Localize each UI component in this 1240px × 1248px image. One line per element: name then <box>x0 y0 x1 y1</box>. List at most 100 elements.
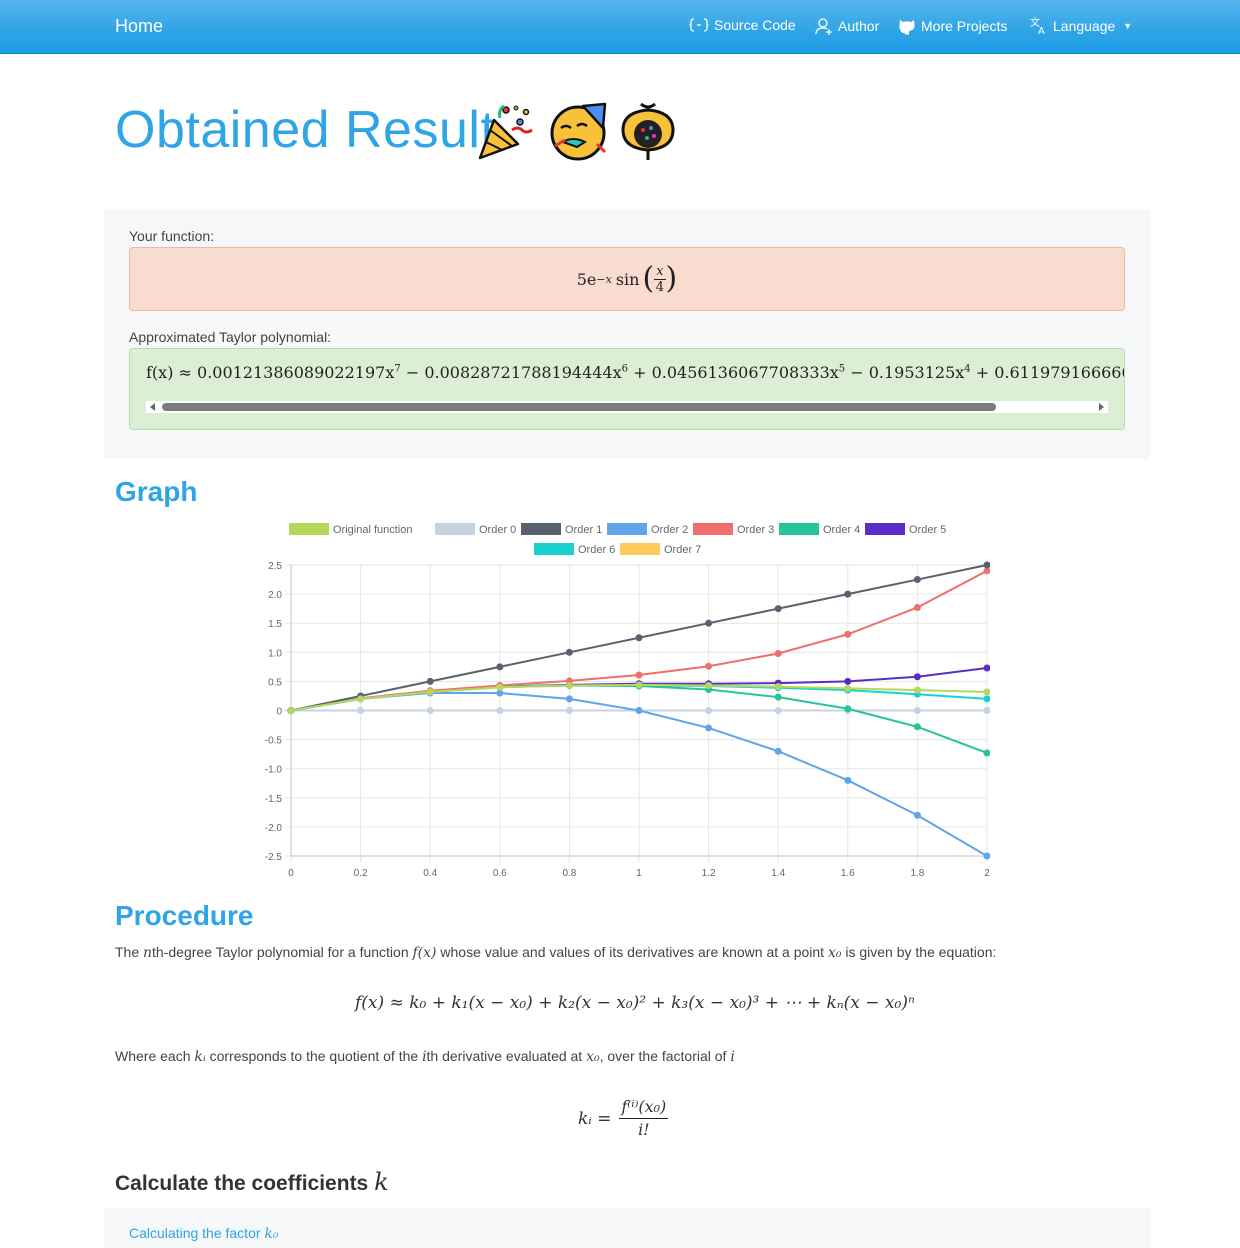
x-tick-label: 1.6 <box>841 868 855 879</box>
legend-swatch <box>779 523 819 535</box>
data-point <box>705 681 713 689</box>
data-point <box>913 603 921 611</box>
function-display: 5e −x sin ( x 4 ) <box>129 247 1125 311</box>
data-point <box>565 681 573 689</box>
y-tick-label: 0 <box>276 707 282 718</box>
fraction-denominator: 4 <box>655 279 664 295</box>
legend-swatch <box>693 523 733 535</box>
math-n: n <box>143 945 153 961</box>
x-tick-label: 0.8 <box>562 868 576 879</box>
x-tick-label: 0.6 <box>493 868 507 879</box>
legend-swatch <box>435 523 475 535</box>
data-point <box>983 664 990 672</box>
home-link[interactable]: Home <box>115 16 163 37</box>
x-tick-label: 1.2 <box>702 868 716 879</box>
y-tick-label: 1.5 <box>268 619 282 630</box>
y-tick-label: -1.5 <box>265 794 283 805</box>
data-point <box>844 630 852 638</box>
page-title: Obtained Result <box>115 101 496 159</box>
legend-label: Order 6 <box>578 544 615 556</box>
y-tick-label: 1.0 <box>268 648 282 659</box>
fraction-numerator: f⁽ⁱ⁾(x₀) <box>619 1096 669 1119</box>
data-point <box>983 707 990 714</box>
function-fraction: x 4 <box>654 263 666 295</box>
graph-heading: Graph <box>115 476 198 507</box>
data-point <box>774 649 782 657</box>
function-exponent: −x <box>596 272 612 286</box>
poly-term: f(x) ≈ 0.00121386089022197x <box>146 363 395 382</box>
user-icon <box>815 18 832 35</box>
nav-label: Language <box>1053 18 1116 34</box>
x-tick-label: 0.4 <box>423 868 437 879</box>
legend-swatch <box>521 523 561 535</box>
coefficient-formula: kᵢ = f⁽ⁱ⁾(x₀) i! <box>578 1096 669 1141</box>
translate-icon: 文 A <box>1030 17 1045 35</box>
data-point <box>983 561 990 569</box>
github-icon <box>899 20 915 35</box>
data-point <box>844 776 852 784</box>
party-popper-icon <box>478 104 533 160</box>
legend-swatch <box>534 543 574 555</box>
coefficients-heading: Calculate the coefficients k <box>115 1168 389 1196</box>
x-tick-label: 1.4 <box>771 868 785 879</box>
calculate-k0-link[interactable]: Calculating the factor k₀ <box>129 1225 279 1242</box>
party-bag-icon <box>621 102 675 160</box>
y-tick-label: 2.5 <box>268 561 282 572</box>
procedure-intro: The nth-degree Taylor polynomial for a f… <box>115 944 996 961</box>
legend-swatch <box>289 523 329 535</box>
polynomial-display: f(x) ≈ 0.00121386089022197x7 − 0.0082872… <box>129 348 1125 430</box>
scroll-right-icon[interactable] <box>1099 403 1104 411</box>
text: whose value and values of its derivative… <box>436 944 828 960</box>
y-tick-label: -1.0 <box>265 765 283 776</box>
data-point <box>774 693 782 701</box>
math-x0: x₀ <box>586 1049 600 1065</box>
y-tick-label: -2.0 <box>265 823 283 834</box>
data-point <box>635 707 643 714</box>
data-point <box>774 683 782 691</box>
data-point <box>496 707 504 714</box>
scrollbar-thumb[interactable] <box>162 403 996 411</box>
scroll-left-icon[interactable] <box>150 403 155 411</box>
k-fraction: f⁽ⁱ⁾(x₀) i! <box>619 1096 669 1141</box>
navbar: Home Source Code Author More Projects 文 … <box>0 0 1240 54</box>
k-lhs: kᵢ = <box>578 1108 612 1129</box>
horizontal-scrollbar[interactable] <box>146 401 1108 413</box>
x-tick-label: 1.8 <box>910 868 924 879</box>
nav-author[interactable]: Author <box>815 17 879 35</box>
legend-label: Order 7 <box>664 544 701 556</box>
legend-swatch <box>865 523 905 535</box>
data-point <box>496 663 504 671</box>
fraction-denominator: i! <box>638 1120 650 1139</box>
data-point <box>844 684 852 692</box>
data-point <box>705 619 713 627</box>
text: is given by the equation: <box>841 944 997 960</box>
poly-term: − 0.1953125x <box>845 363 965 382</box>
data-point <box>913 673 921 681</box>
nav-more-projects[interactable]: More Projects <box>898 17 1007 35</box>
data-point <box>774 605 782 613</box>
data-point <box>357 707 365 714</box>
nav-label: More Projects <box>921 18 1008 34</box>
math-i: i <box>730 1049 735 1065</box>
data-point <box>913 576 921 584</box>
procedure-heading: Procedure <box>115 900 254 931</box>
data-point <box>844 590 852 598</box>
data-point <box>913 723 921 731</box>
x-tick-label: 0.2 <box>354 868 368 879</box>
data-point <box>844 705 852 713</box>
data-point <box>705 707 713 714</box>
legend-swatch <box>607 523 647 535</box>
data-point <box>357 695 365 703</box>
poly-term: + 0.0456136067708333x <box>628 363 839 382</box>
math-x0: x₀ <box>827 945 842 961</box>
nav-source-code[interactable]: Source Code <box>689 17 796 33</box>
fraction-numerator: x <box>654 263 666 280</box>
data-point <box>983 749 990 757</box>
nav-language-dropdown[interactable]: 文 A Language ▼ <box>1030 17 1132 35</box>
data-point <box>913 686 921 694</box>
legend-label: Order 0 <box>479 524 516 536</box>
poly-term: − 0.00828721788194444x <box>400 363 622 382</box>
data-point <box>913 707 921 714</box>
data-point <box>983 695 990 703</box>
polynomial-expression: f(x) ≈ 0.00121386089022197x7 − 0.0082872… <box>146 363 1124 382</box>
